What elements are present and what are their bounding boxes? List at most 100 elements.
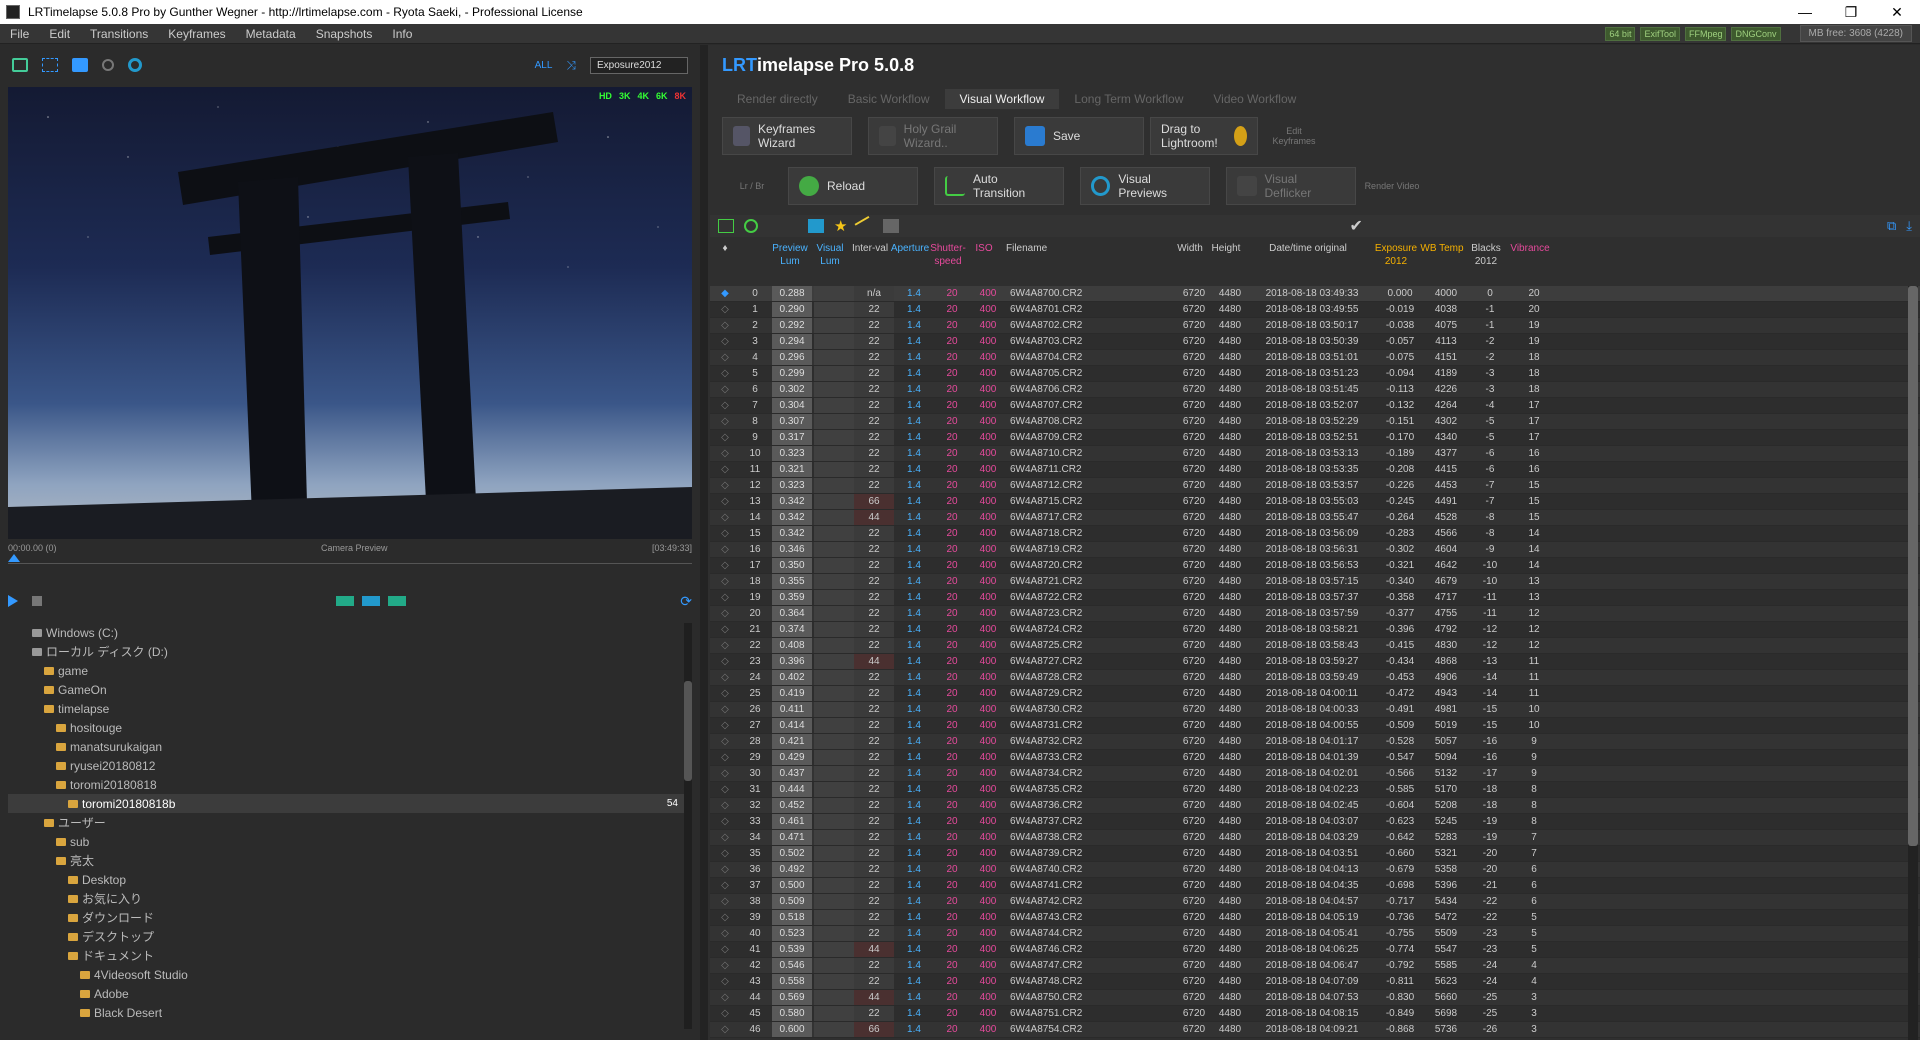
table-row[interactable]: ◇ 23 0.396 44 1.4 20 400 6W4A8727.CR2 6720 4480 20… <box>710 654 1920 670</box>
reload-button[interactable]: Reload <box>788 167 918 205</box>
play-icon[interactable] <box>8 595 18 607</box>
table-row[interactable]: ◇ 18 0.355 22 1.4 20 400 6W4A8721.CR2 6720 4480 20… <box>710 574 1920 590</box>
keyframe-marker[interactable]: ◇ <box>710 350 740 365</box>
keyframe-marker[interactable]: ◇ <box>710 926 740 941</box>
table-row[interactable]: ◇ 9 0.317 22 1.4 20 400 6W4A8709.CR2 6720 4480 201… <box>710 430 1920 446</box>
tree-item[interactable]: ユーザー <box>8 813 684 832</box>
table-row[interactable]: ◇ 28 0.421 22 1.4 20 400 6W4A8732.CR2 6720 4480 20… <box>710 734 1920 750</box>
table-view-icon[interactable] <box>718 219 734 233</box>
visual-deflicker-button[interactable]: Visual Deflicker <box>1226 167 1356 205</box>
tree-item[interactable]: 亮太 <box>8 851 684 870</box>
keyframe-marker[interactable]: ◇ <box>710 702 740 717</box>
camera-preview[interactable]: HD 3K 4K 6K 8K <box>8 87 692 539</box>
table-row[interactable]: ◇ 37 0.500 22 1.4 20 400 6W4A8741.CR2 6720 4480 20… <box>710 878 1920 894</box>
keyframe-marker[interactable]: ◇ <box>710 1006 740 1021</box>
keyframe-marker[interactable]: ◇ <box>710 654 740 669</box>
keyframe-marker[interactable]: ◇ <box>710 990 740 1005</box>
menu-snapshots[interactable]: Snapshots <box>306 27 383 41</box>
table-row[interactable]: ◇ 12 0.323 22 1.4 20 400 6W4A8712.CR2 6720 4480 20… <box>710 478 1920 494</box>
table-row[interactable]: ◆ 0 0.288 n/a 1.4 20 400 6W4A8700.CR2 6720 4480 20… <box>710 286 1920 302</box>
auto-transition-button[interactable]: Auto Transition <box>934 167 1064 205</box>
keyframe-marker[interactable]: ◇ <box>710 718 740 733</box>
table-row[interactable]: ◇ 4 0.296 22 1.4 20 400 6W4A8704.CR2 6720 4480 201… <box>710 350 1920 366</box>
export-frame3-icon[interactable] <box>388 596 407 606</box>
transition-icon[interactable] <box>855 215 876 237</box>
col-width[interactable]: Width <box>1172 242 1208 255</box>
tree-item[interactable]: hositouge <box>8 718 684 737</box>
tree-item[interactable]: game <box>8 661 684 680</box>
table-row[interactable]: ◇ 30 0.437 22 1.4 20 400 6W4A8734.CR2 6720 4480 20… <box>710 766 1920 782</box>
col-visual-lum[interactable]: Visual Lum <box>810 242 850 268</box>
tree-item[interactable]: toromi20180818b 54 <box>8 794 684 813</box>
checkmark-icon[interactable]: ✔ <box>1349 216 1362 236</box>
table-row[interactable]: ◇ 19 0.359 22 1.4 20 400 6W4A8722.CR2 6720 4480 20… <box>710 590 1920 606</box>
keyframe-marker[interactable]: ◇ <box>710 430 740 445</box>
tree-item[interactable]: お気に入り <box>8 889 684 908</box>
tab-render-directly[interactable]: Render directly <box>722 89 833 109</box>
keyframes-wizard-button[interactable]: Keyframes Wizard <box>722 117 852 155</box>
minimize-button[interactable]: — <box>1782 4 1828 21</box>
keyframe-marker[interactable]: ◇ <box>710 638 740 653</box>
visual-previews-button[interactable]: Visual Previews <box>1080 167 1210 205</box>
table-row[interactable]: ◇ 36 0.492 22 1.4 20 400 6W4A8740.CR2 6720 4480 20… <box>710 862 1920 878</box>
tab-long-term-workflow[interactable]: Long Term Workflow <box>1059 89 1198 109</box>
close-button[interactable]: ✕ <box>1874 4 1920 21</box>
tree-item[interactable]: Adobe <box>8 984 684 1003</box>
tree-scrollbar[interactable] <box>684 623 692 1029</box>
keyframe-marker[interactable]: ◇ <box>710 606 740 621</box>
crop-select-icon[interactable] <box>42 58 58 72</box>
table-row[interactable]: ◇ 1 0.290 22 1.4 20 400 6W4A8701.CR2 6720 4480 201… <box>710 302 1920 318</box>
all-button[interactable]: ALL <box>535 60 553 71</box>
table-row[interactable]: ◇ 10 0.323 22 1.4 20 400 6W4A8710.CR2 6720 4480 20… <box>710 446 1920 462</box>
table-row[interactable]: ◇ 7 0.304 22 1.4 20 400 6W4A8707.CR2 6720 4480 201… <box>710 398 1920 414</box>
tree-item[interactable]: sub <box>8 832 684 851</box>
keyframe-marker[interactable]: ◇ <box>710 878 740 893</box>
keyframe-marker[interactable]: ◇ <box>710 846 740 861</box>
table-row[interactable]: ◇ 29 0.429 22 1.4 20 400 6W4A8733.CR2 6720 4480 20… <box>710 750 1920 766</box>
clock-icon[interactable] <box>744 219 758 233</box>
keyframe-marker[interactable]: ◇ <box>710 574 740 589</box>
col-interval[interactable]: Inter-val <box>850 242 890 255</box>
table-row[interactable]: ◇ 27 0.414 22 1.4 20 400 6W4A8731.CR2 6720 4480 20… <box>710 718 1920 734</box>
stop-icon[interactable] <box>32 596 42 606</box>
keyframe-marker[interactable]: ◇ <box>710 910 740 925</box>
keyframe-marker[interactable]: ◇ <box>710 830 740 845</box>
keyframe-marker[interactable]: ◇ <box>710 558 740 573</box>
table-row[interactable]: ◇ 2 0.292 22 1.4 20 400 6W4A8702.CR2 6720 4480 201… <box>710 318 1920 334</box>
holy-grail-wizard-button[interactable]: Holy Grail Wizard.. <box>868 117 998 155</box>
table-row[interactable]: ◇ 33 0.461 22 1.4 20 400 6W4A8737.CR2 6720 4480 20… <box>710 814 1920 830</box>
keyframe-marker[interactable]: ◇ <box>710 862 740 877</box>
keyframe-marker[interactable]: ◇ <box>710 734 740 749</box>
save-button[interactable]: Save <box>1014 117 1144 155</box>
tree-item[interactable]: toromi20180818 <box>8 775 684 794</box>
col-datetime[interactable]: Date/time original <box>1244 242 1372 255</box>
table-row[interactable]: ◇ 41 0.539 44 1.4 20 400 6W4A8746.CR2 6720 4480 20… <box>710 942 1920 958</box>
keyframe-marker[interactable]: ◇ <box>710 446 740 461</box>
table-scrollbar[interactable] <box>1908 286 1918 1040</box>
keyframe-marker[interactable]: ◇ <box>710 414 740 429</box>
tree-item[interactable]: デスクトップ <box>8 927 684 946</box>
keyframe-marker[interactable]: ◆ <box>710 286 740 301</box>
download-icon[interactable]: ⤓ <box>1906 218 1912 234</box>
table-scroll-thumb[interactable] <box>1908 286 1918 846</box>
menu-file[interactable]: File <box>0 27 39 41</box>
edit-icon[interactable] <box>808 219 824 233</box>
tree-item[interactable]: 4Videosoft Studio <box>8 965 684 984</box>
menu-keyframes[interactable]: Keyframes <box>158 27 235 41</box>
keyframe-marker[interactable]: ◇ <box>710 366 740 381</box>
keyframe-marker[interactable]: ◇ <box>710 318 740 333</box>
table-row[interactable]: ◇ 32 0.452 22 1.4 20 400 6W4A8736.CR2 6720 4480 20… <box>710 798 1920 814</box>
menu-edit[interactable]: Edit <box>39 27 80 41</box>
table-row[interactable]: ◇ 6 0.302 22 1.4 20 400 6W4A8706.CR2 6720 4480 201… <box>710 382 1920 398</box>
col-keyframe[interactable]: ♦ <box>710 242 740 255</box>
tab-basic-workflow[interactable]: Basic Workflow <box>833 89 945 109</box>
col-filename[interactable]: Filename <box>1002 242 1172 255</box>
tree-item[interactable]: ryusei20180812 <box>8 756 684 775</box>
keyframe-marker[interactable]: ◇ <box>710 542 740 557</box>
table-row[interactable]: ◇ 46 0.600 66 1.4 20 400 6W4A8754.CR2 6720 4480 20… <box>710 1022 1920 1038</box>
keyframe-marker[interactable]: ◇ <box>710 462 740 477</box>
image-icon[interactable] <box>72 58 88 72</box>
export-frame-icon[interactable] <box>336 596 355 606</box>
keyframe-marker[interactable]: ◇ <box>710 1022 740 1037</box>
brush-icon[interactable] <box>883 219 900 233</box>
